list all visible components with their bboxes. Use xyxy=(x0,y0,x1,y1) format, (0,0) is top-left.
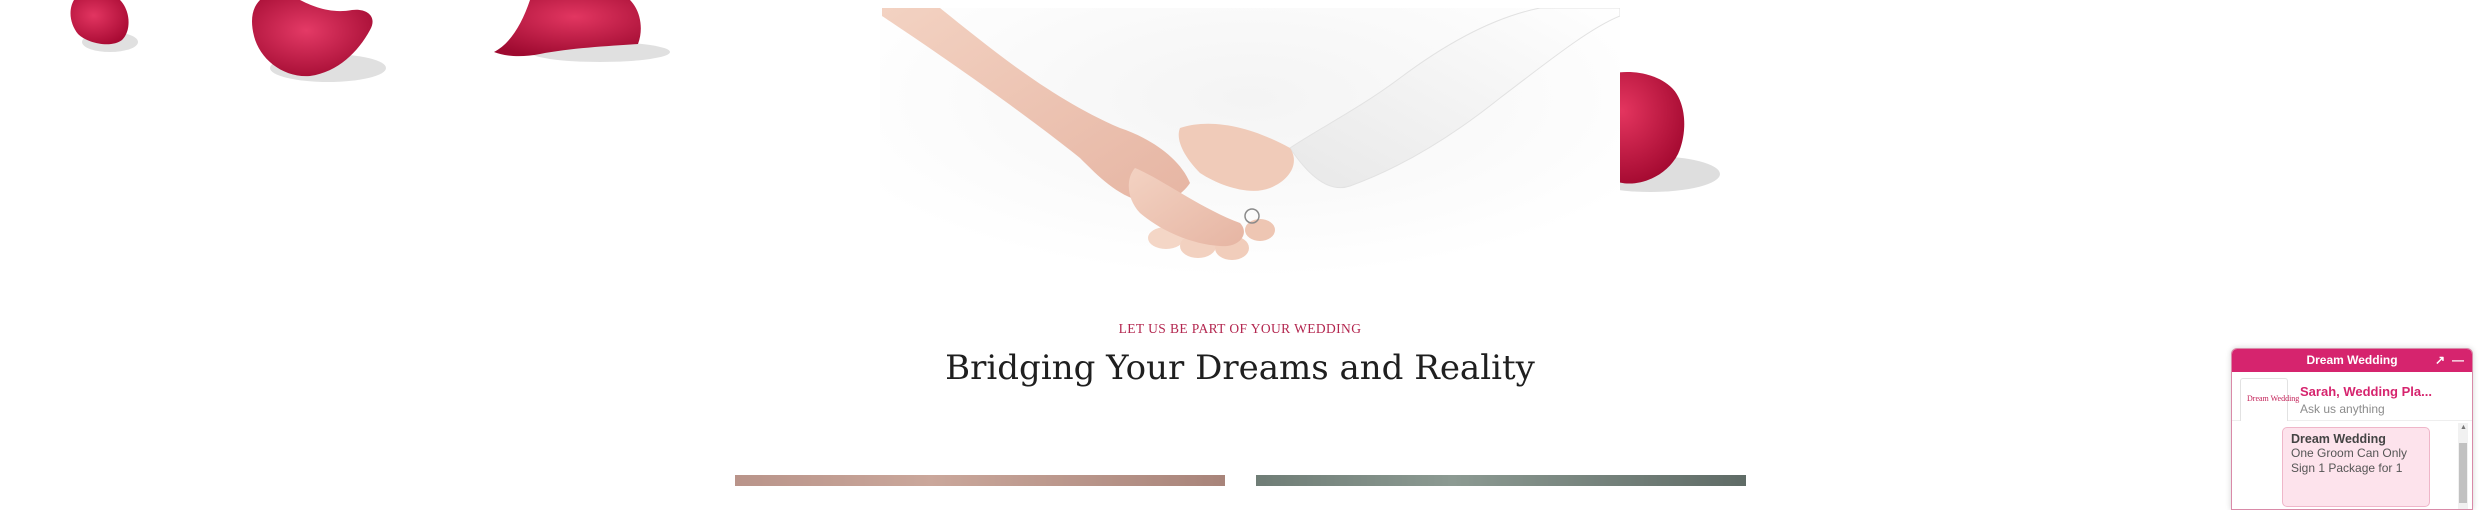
minimize-icon[interactable]: — xyxy=(2450,349,2466,372)
section-heading: Bridging Your Dreams and Reality xyxy=(945,348,1535,388)
message-sender: Dream Wedding xyxy=(2291,432,2386,446)
chat-header[interactable]: Dream Wedding ↗ — xyxy=(2232,349,2472,372)
chat-title: Dream Wedding xyxy=(2306,353,2398,367)
chat-agent-panel[interactable]: Dream Wedding Sarah, Wedding Pla... Ask … xyxy=(2232,372,2472,426)
avatar: Dream Wedding xyxy=(2240,378,2299,426)
chat-messages[interactable]: Dream Wedding One Groom Can Only Sign 1 … xyxy=(2232,421,2472,509)
popout-icon[interactable]: ↗ xyxy=(2432,349,2448,372)
rose-petal-image xyxy=(70,0,138,52)
section-eyebrow: LET US BE PART OF YOUR WEDDING xyxy=(1118,321,1362,336)
agent-subtitle: Ask us anything xyxy=(2300,402,2385,416)
holding-hands-image xyxy=(880,8,1620,308)
brand-logo: Dream Wedding xyxy=(2247,394,2300,403)
gallery-card-image[interactable] xyxy=(1256,475,1746,486)
rose-petal-image xyxy=(252,0,386,82)
chat-message: Dream Wedding One Groom Can Only Sign 1 … xyxy=(2282,427,2430,507)
chat-scrollbar[interactable]: ▲ xyxy=(2458,423,2468,509)
message-text: One Groom Can Only Sign 1 Package for 1 xyxy=(2291,446,2408,475)
rose-petal-image xyxy=(494,0,670,62)
scrollbar-thumb[interactable] xyxy=(2459,443,2467,503)
gallery-card-image[interactable] xyxy=(735,475,1225,486)
agent-name: Sarah, Wedding Pla... xyxy=(2300,384,2432,399)
scroll-up-icon[interactable]: ▲ xyxy=(2460,424,2467,431)
